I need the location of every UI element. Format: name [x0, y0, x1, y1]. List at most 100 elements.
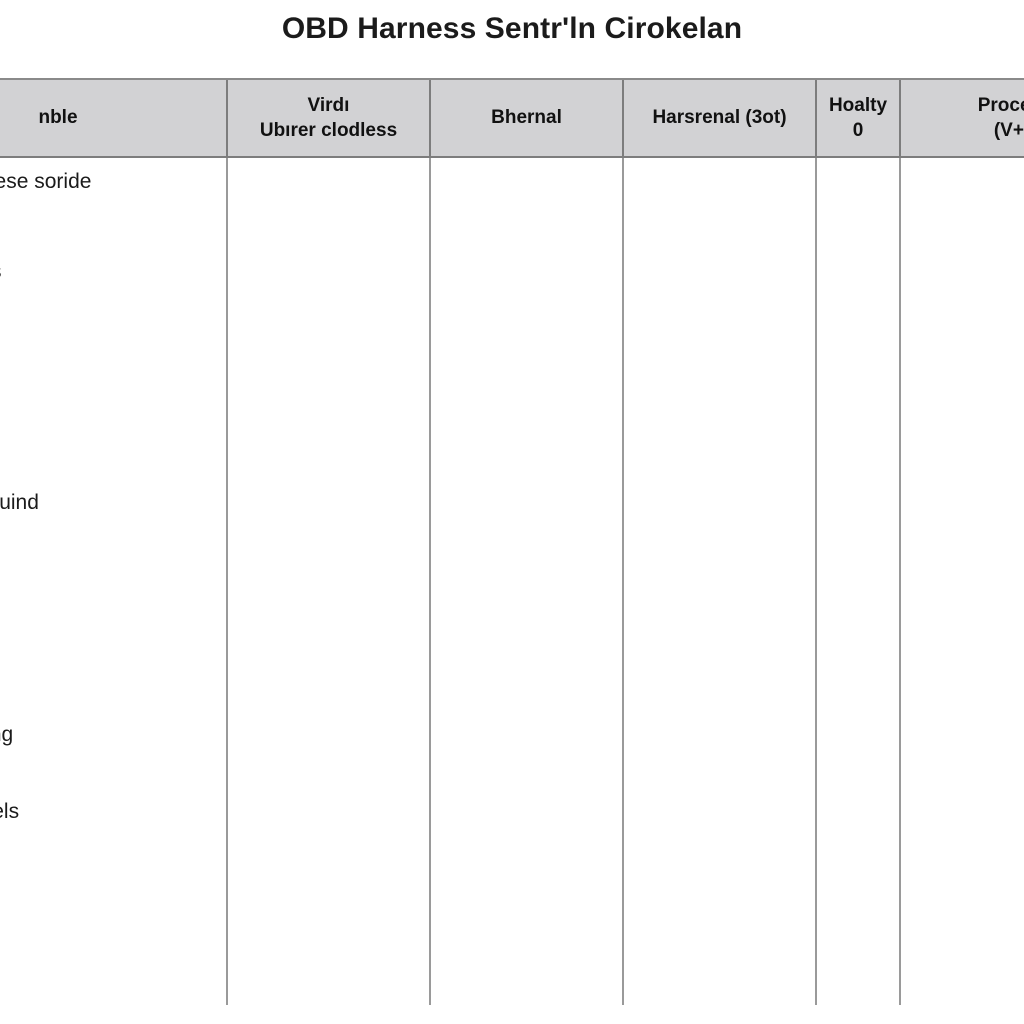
column-header-quality[interactable]: Hoalty 0 [816, 80, 901, 158]
column-header-procence[interactable]: Procence (V+2)) [900, 80, 1024, 158]
cell-visual[interactable] [227, 773, 431, 851]
cell-harness[interactable] [623, 927, 817, 1005]
table-row[interactable]: Unencroes [0, 234, 1024, 312]
cell-thermal[interactable] [430, 311, 624, 389]
cell-visual[interactable] [227, 696, 431, 774]
cell-visual[interactable] [227, 234, 431, 312]
cell-thermal[interactable] [430, 696, 624, 774]
table-row[interactable]: one Foulyels [0, 773, 1024, 851]
cell-procence[interactable] [900, 927, 1024, 1005]
row-label-line: Unencroes [0, 259, 216, 286]
row-label-cell: ures to Mouind [0, 465, 228, 543]
table-row[interactable]: l kliT [0, 927, 1024, 1005]
header-row: nble Virdı Ubırer clodless Bhernal Harsr… [0, 80, 1024, 158]
row-label-line: lenare [0, 645, 216, 672]
cell-visual[interactable] [227, 157, 431, 235]
cell-harness[interactable] [623, 388, 817, 466]
cell-thermal[interactable] [430, 927, 624, 1005]
cell-procence[interactable] [900, 773, 1024, 851]
cell-thermal[interactable] [430, 388, 624, 466]
cell-harness[interactable] [623, 465, 817, 543]
cell-thermal[interactable] [430, 542, 624, 620]
cell-quality[interactable] [816, 927, 901, 1005]
row-label-cell: lenare [0, 619, 228, 697]
cell-thermal[interactable] [430, 157, 624, 235]
cell-procence[interactable] [900, 619, 1024, 697]
table-container: nble Virdı Ubırer clodless Bhernal Harsr… [0, 78, 1024, 1005]
column-header-quality-line2: 0 [852, 120, 864, 141]
cell-thermal[interactable] [430, 465, 624, 543]
cell-thermal[interactable] [430, 773, 624, 851]
row-label-cell: der Wires [0, 311, 228, 389]
cell-harness[interactable] [623, 311, 817, 389]
table-row[interactable]: rru, Puching [0, 696, 1024, 774]
cell-procence[interactable] [900, 696, 1024, 774]
cell-visual[interactable] [227, 542, 431, 620]
cell-quality[interactable] [816, 773, 901, 851]
table-row[interactable]: enorkel [0, 542, 1024, 620]
cell-visual[interactable] [227, 311, 431, 389]
row-label-line: one Foulyels [0, 799, 20, 823]
row-label-line: CU [0, 876, 216, 903]
row-label-cell: enorkel [0, 542, 228, 620]
cell-visual[interactable] [227, 619, 431, 697]
column-header-item[interactable]: nble [0, 80, 228, 158]
cell-thermal[interactable] [430, 619, 624, 697]
row-label-cell: one Foulyels [0, 773, 228, 851]
cell-harness[interactable] [623, 234, 817, 312]
cell-procence[interactable] [900, 157, 1024, 235]
cell-quality[interactable] [816, 542, 901, 620]
cell-harness[interactable] [623, 542, 817, 620]
cell-harness[interactable] [623, 619, 817, 697]
table-row[interactable]: sts [0, 388, 1024, 466]
cell-procence[interactable] [900, 850, 1024, 928]
cell-quality[interactable] [816, 157, 901, 235]
page-root: OBD Harness Sentr'ln Cirokelan nble Vird… [0, 0, 1024, 1024]
cell-procence[interactable] [900, 388, 1024, 466]
cell-visual[interactable] [227, 927, 431, 1005]
cell-quality[interactable] [816, 619, 901, 697]
table-row[interactable]: der Wires [0, 311, 1024, 389]
cell-thermal[interactable] [430, 234, 624, 312]
cell-quality[interactable] [816, 850, 901, 928]
row-label-cell: ender raniese soridell [0, 157, 228, 235]
column-header-harness[interactable]: Harsrenal (3ot) [623, 80, 817, 158]
row-label-line: der Wires [0, 336, 216, 363]
column-header-thermal[interactable]: Bhernal [430, 80, 624, 158]
row-label-line: sts [0, 413, 216, 440]
cell-procence[interactable] [900, 465, 1024, 543]
row-label-cell: l kliT [0, 927, 228, 1005]
table-row[interactable]: ures to Mouind [0, 465, 1024, 543]
cell-procence[interactable] [900, 234, 1024, 312]
row-label-cell: sts [0, 388, 228, 466]
table-row[interactable]: lenare [0, 619, 1024, 697]
cell-quality[interactable] [816, 696, 901, 774]
row-label-cell: Unencroes [0, 234, 228, 312]
row-label-line: ender raniese soride [0, 170, 92, 194]
page-title: OBD Harness Sentr'ln Cirokelan [281, 12, 743, 45]
cell-quality[interactable] [816, 234, 901, 312]
cell-quality[interactable] [816, 311, 901, 389]
cell-quality[interactable] [816, 388, 901, 466]
row-label-line: ures to Mouind [0, 491, 39, 515]
row-label-line: l kliT [0, 953, 216, 980]
cell-visual[interactable] [227, 465, 431, 543]
column-header-quality-line1: Hoalty [828, 94, 888, 116]
cell-quality[interactable] [816, 465, 901, 543]
cell-procence[interactable] [900, 542, 1024, 620]
cell-harness[interactable] [623, 157, 817, 235]
cell-harness[interactable] [623, 696, 817, 774]
cell-visual[interactable] [227, 850, 431, 928]
row-label-line: ll [0, 196, 216, 223]
cell-thermal[interactable] [430, 850, 624, 928]
obd-harness-table: nble Virdı Ubırer clodless Bhernal Harsr… [0, 80, 1024, 1005]
column-header-visual[interactable]: Virdı Ubırer clodless [227, 80, 431, 158]
table-body: ender raniese soridell Unencroes der Wires… [0, 157, 1024, 1005]
cell-harness[interactable] [623, 773, 817, 851]
table-row[interactable]: CU [0, 850, 1024, 928]
cell-harness[interactable] [623, 850, 817, 928]
cell-visual[interactable] [227, 388, 431, 466]
table-row[interactable]: ender raniese soridell [0, 157, 1024, 235]
cell-procence[interactable] [900, 311, 1024, 389]
column-header-visual-line2: Ubırer clodless [259, 120, 398, 141]
